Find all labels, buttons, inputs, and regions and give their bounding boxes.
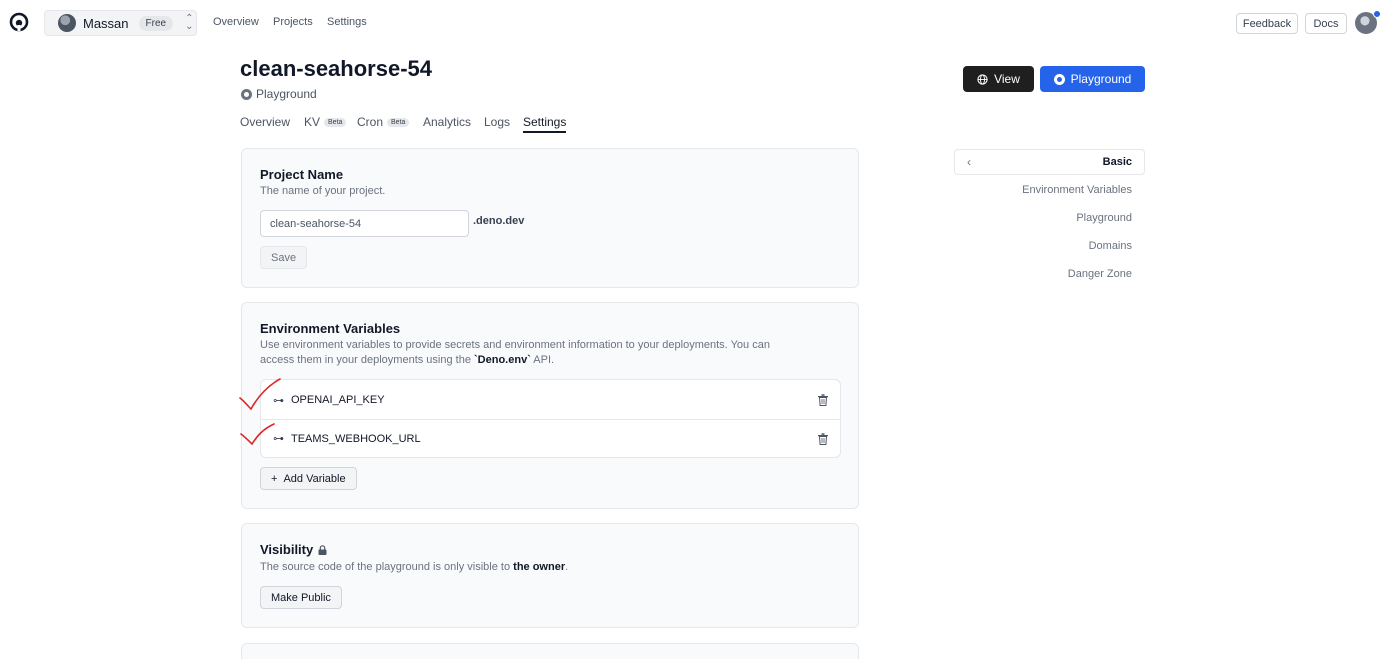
tab-settings[interactable]: Settings (523, 115, 567, 133)
sidenav-basic[interactable]: ‹ Basic (954, 149, 1145, 175)
env-var-row[interactable]: ⊶ TEAMS_WEBHOOK_URL (261, 419, 840, 457)
save-button[interactable]: Save (260, 246, 308, 269)
tab-cron-label: Cron (357, 115, 384, 129)
beta-badge: Beta (324, 117, 347, 127)
env-var-name: OPENAI_API_KEY (291, 394, 385, 406)
chevron-updown-icon: ⌃ ⌄ (185, 13, 194, 32)
project-type-label: Playground (256, 87, 317, 101)
lock-icon (318, 544, 327, 555)
trash-icon[interactable] (818, 433, 828, 445)
playground-icon (1053, 73, 1065, 85)
view-button[interactable]: View (963, 66, 1034, 92)
env-var-name: TEAMS_WEBHOOK_URL (291, 432, 421, 445)
domain-suffix: .deno.dev (473, 215, 525, 227)
chevron-left-icon: ‹ (967, 155, 971, 169)
visibility-title: Visibility (260, 542, 314, 557)
env-vars-card: Environment Variables Use environment va… (241, 302, 859, 509)
tab-kv-label: KV (304, 115, 321, 129)
globe-icon (977, 73, 988, 85)
tab-cron[interactable]: Cron Beta (357, 115, 410, 129)
top-navigation: Massan Free ⌃ ⌄ Overview Projects Setting… (0, 0, 1400, 46)
red-checkmark-annotation (239, 378, 281, 411)
sidenav-item-environment-variables[interactable]: Environment Variables (1022, 184, 1132, 196)
docs-button[interactable]: Docs (1305, 13, 1347, 34)
deno-logo-icon[interactable] (9, 12, 29, 32)
next-settings-card (241, 643, 859, 659)
card-title: Project Name (260, 167, 344, 182)
playground-button-label: Playground (1070, 72, 1132, 86)
card-description: Use environment variables to provide sec… (260, 338, 770, 368)
playground-button[interactable]: Playground (1040, 66, 1145, 92)
project-type: Playground (241, 87, 317, 101)
feedback-button[interactable]: Feedback (1236, 13, 1298, 34)
sidenav-item-domains[interactable]: Domains (1089, 240, 1132, 252)
deno-env-code: `Deno.env` (474, 354, 531, 366)
sidenav-item-danger-zone[interactable]: Danger Zone (1068, 268, 1132, 280)
tab-analytics[interactable]: Analytics (423, 115, 471, 129)
project-name-input[interactable]: clean-seahorse-54 (260, 210, 469, 237)
view-button-label: View (994, 72, 1020, 86)
sidenav-item-playground[interactable]: Playground (1076, 212, 1132, 224)
plus-icon: + (271, 472, 278, 485)
project-title: clean-seahorse-54 (240, 56, 432, 81)
card-description: The name of your project. (260, 185, 386, 197)
make-public-button[interactable]: Make Public (260, 586, 342, 609)
nav-projects[interactable]: Projects (273, 16, 313, 28)
tab-kv[interactable]: KV Beta (304, 115, 347, 129)
org-switcher[interactable]: Massan Free ⌃ ⌄ (44, 10, 197, 36)
env-var-row[interactable]: ⊶ OPENAI_API_KEY (261, 381, 840, 419)
visibility-card: Visibility The source code of the playgr… (241, 523, 859, 628)
notification-dot (1373, 10, 1381, 18)
visibility-desc-pre: The source code of the playground is onl… (260, 561, 514, 573)
desc-line-2-post: API. (530, 354, 555, 366)
tab-overview[interactable]: Overview (240, 115, 290, 129)
org-avatar (58, 14, 76, 32)
plan-badge: Free (138, 15, 174, 31)
desc-line-1: Use environment variables to provide sec… (260, 339, 770, 351)
nav-overview[interactable]: Overview (213, 16, 259, 28)
nav-settings[interactable]: Settings (327, 16, 367, 28)
tab-logs[interactable]: Logs (484, 115, 510, 129)
desc-line-2-pre: access them in your deployments using th… (260, 354, 475, 366)
add-variable-label: Add Variable (283, 472, 346, 485)
card-description: The source code of the playground is onl… (260, 560, 568, 575)
visibility-desc-post: . (565, 561, 569, 573)
card-title: Environment Variables (260, 321, 401, 336)
sidenav-basic-label: Basic (1102, 156, 1132, 168)
playground-icon (241, 88, 252, 100)
trash-icon[interactable] (818, 394, 828, 406)
env-var-list: ⊶ OPENAI_API_KEY ⊶ TEAMS_WEBHOOK_URL (260, 379, 841, 458)
card-title: Visibility (260, 542, 327, 557)
project-name-card: Project Name The name of your project. c… (241, 148, 859, 288)
beta-badge: Beta (387, 117, 410, 127)
org-name: Massan (83, 15, 129, 31)
red-checkmark-annotation (240, 423, 275, 446)
add-variable-button[interactable]: + Add Variable (260, 467, 357, 490)
visibility-owner: the owner (513, 561, 566, 573)
